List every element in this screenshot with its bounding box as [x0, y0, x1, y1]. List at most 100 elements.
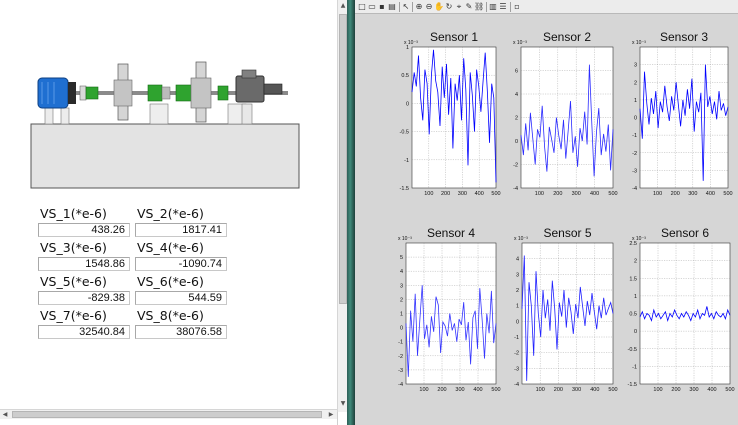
sensor-5-ytick: 0	[516, 319, 519, 325]
vertical-scroll-thumb[interactable]	[339, 14, 347, 304]
scroll-left-icon[interactable]: ◀	[1, 411, 9, 419]
sensor-5-ytick: 2	[516, 288, 519, 294]
sensor-1-xtick: 300	[458, 191, 467, 197]
sensor-4-xtick: 300	[455, 387, 464, 393]
sensor-2-title: Sensor 2	[543, 30, 591, 44]
sensor-1-ytick: -1	[404, 158, 409, 164]
sensor-3-ytick: 2	[634, 80, 637, 86]
vs2-value[interactable]: 1817.41	[135, 223, 227, 237]
gearbox-support	[241, 103, 253, 125]
sensor-6-ytick: 1	[634, 294, 637, 300]
sensor-5-ytick: -1	[514, 335, 519, 341]
sensor-1-ytick: -0.5	[400, 130, 409, 136]
sensor-2-xtick: 300	[572, 191, 581, 197]
sensor-4-xtick: 100	[419, 387, 428, 393]
sensor-1-xtick: 100	[424, 191, 433, 197]
sensor-6-ytick: 1.5	[629, 276, 637, 282]
sensor-4-xtick: 200	[437, 387, 446, 393]
vs2-label: VS_2(*e-6)	[137, 206, 204, 221]
sensor-3-ytick: 1	[634, 98, 637, 104]
scroll-down-icon[interactable]: ▼	[339, 400, 347, 408]
sensor-5-ytick: 1	[516, 304, 519, 310]
motor-endcap	[68, 82, 76, 104]
horizontal-scrollbar[interactable]: ◀ ▶	[0, 409, 337, 419]
sensor-6-xtick: 300	[689, 387, 698, 393]
sensor-5-ytick: -4	[514, 382, 519, 388]
sensor-2-xtick: 500	[608, 191, 617, 197]
sensor-3-title: Sensor 3	[660, 30, 708, 44]
sensor-6-xtick: 200	[671, 387, 680, 393]
sensor-5-ytick: -3	[514, 366, 519, 372]
coupling-2	[147, 84, 163, 102]
coupling-3	[175, 84, 193, 102]
sensor-4-ytick: -4	[398, 382, 403, 388]
sensor-4-ytick: 1	[400, 312, 403, 318]
sensor-plots: 100 200 300 400 50010.50-0.5-1-1.5x 10⁻³ Sens…	[398, 30, 735, 393]
vs8-value[interactable]: 38076.58	[135, 325, 227, 339]
sensor-4-plot-area	[405, 242, 497, 385]
machine-panel: VS_1(*e-6) 438.26 VS_2(*e-6) 1817.41 VS_…	[0, 0, 338, 425]
sensor-3-axes: 100 200 300 400 500 3 2 1 0 -1 -2 -3 -4 x 10⁻³ Sensor …	[632, 30, 733, 197]
sensor-4-xtick: 400	[473, 387, 482, 393]
sensor-3-xtick: 200	[671, 191, 680, 197]
sensor-4-xtick: 500	[491, 387, 500, 393]
sensor-3-xtick: 500	[723, 191, 732, 197]
sensor-4-ytick: 3	[400, 283, 403, 289]
horizontal-scroll-thumb[interactable]	[12, 411, 322, 418]
sensor-2-ytick: -4	[513, 186, 518, 192]
sensor-4-title: Sensor 4	[427, 226, 475, 240]
scroll-right-icon[interactable]: ▶	[327, 411, 335, 419]
sensor-3-exponent: x 10⁻³	[632, 40, 646, 46]
motor-support-left	[44, 107, 54, 125]
vertical-scrollbar[interactable]: ▲ ▼	[337, 0, 347, 412]
vs7-value[interactable]: 32540.84	[38, 325, 130, 339]
vs7-label: VS_7(*e-6)	[40, 308, 107, 323]
gearbox-body	[235, 75, 265, 103]
vs6-label: VS_6(*e-6)	[137, 274, 204, 289]
sensor-6-xtick: 100	[653, 387, 662, 393]
sensor-2-ytick: -2	[513, 163, 518, 169]
sensor-6-exponent: x 10⁻³	[632, 236, 646, 242]
sensor-6-ytick: -0.5	[628, 347, 637, 353]
coupling-1	[79, 85, 87, 101]
sensor-2-ytick: 4	[515, 92, 518, 98]
vs4-value[interactable]: -1090.74	[135, 257, 227, 271]
sensor-1-ytick: -1.5	[400, 186, 409, 192]
sensor-5-axes: 100 200 300 400 500 4 3 2 1 0 -1 -2 -3 -4 x 10⁻³ Sensor…	[514, 226, 618, 393]
sensor-3-ytick: -2	[632, 151, 637, 157]
sensor-5-xtick: 300	[572, 387, 581, 393]
vs8-label: VS_8(*e-6)	[137, 308, 204, 323]
sensor-3-xtick: 400	[706, 191, 715, 197]
figure-window: □ ▭ ▪ ▤ ↖ ⊕ ⊖ ✋ ↻ ⌖ ✎ ⛓ ▥ ☰ ▫ 100 200 300 4…	[355, 0, 738, 425]
scroll-up-icon[interactable]: ▲	[339, 2, 347, 10]
sensor-1-axes: 100 200 300 400 50010.50-0.5-1-1.5x 10⁻³ Sens…	[400, 30, 501, 197]
vs1-value[interactable]: 438.26	[38, 223, 130, 237]
sensor-5-xtick: 100	[536, 387, 545, 393]
vs5-label: VS_5(*e-6)	[40, 274, 107, 289]
sensor-5-ytick: 3	[516, 272, 519, 278]
vs3-value[interactable]: 1548.86	[38, 257, 130, 271]
sensor-6-ytick: 0	[634, 329, 637, 335]
sensor-6-ytick: -1	[632, 364, 637, 370]
sensor-5-xtick: 400	[590, 387, 599, 393]
sensor-3-ytick: -3	[632, 168, 637, 174]
sensor-5-exponent: x 10⁻³	[514, 236, 528, 242]
drivetrain-diagram	[30, 61, 300, 189]
sensor-2-ytick: 6	[515, 69, 518, 75]
sensor-6-xtick: 500	[725, 387, 734, 393]
sensor-4-ytick: 4	[400, 269, 403, 275]
sensor-4-exponent: x 10⁻³	[398, 236, 412, 242]
vs6-value[interactable]: 544.59	[135, 291, 227, 305]
sensor-4-ytick: -2	[398, 354, 403, 360]
sensor-3-xtick: 100	[653, 191, 662, 197]
motor-support-right	[60, 107, 70, 125]
sensor-5-ytick: 4	[516, 257, 519, 263]
coupling-4	[217, 85, 229, 101]
vs1-label: VS_1(*e-6)	[40, 206, 107, 221]
sensor-4-ytick: 0	[400, 326, 403, 332]
vs5-value[interactable]: -829.38	[38, 291, 130, 305]
sensor-1-ytick: 0	[406, 101, 409, 107]
sensor-2-xtick: 400	[590, 191, 599, 197]
sensor-1-exponent: x 10⁻³	[404, 40, 418, 46]
sensor-2-axes: 100 200 300 400 500 6 4 2 0 -2 -4 x 10⁻³ Sensor 2	[513, 30, 618, 197]
